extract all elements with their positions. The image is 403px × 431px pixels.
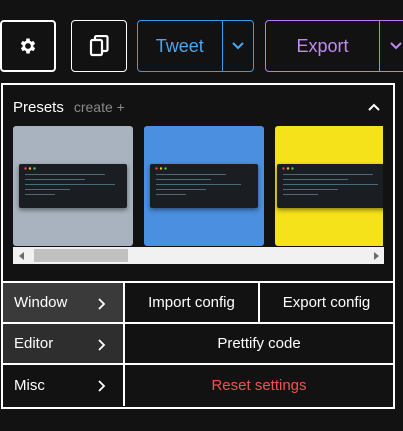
chevron-up-icon	[368, 103, 380, 111]
chevron-down-icon	[389, 42, 402, 50]
scrollbar-thumb[interactable]	[34, 249, 128, 262]
tab-window[interactable]: Window	[3, 283, 125, 324]
presets-scrollbar[interactable]	[13, 247, 384, 264]
prettify-code-button[interactable]: Prettify code	[125, 324, 393, 365]
chevron-right-icon	[98, 298, 106, 310]
export-split-button: Export	[265, 20, 403, 72]
arrow-right-icon	[373, 251, 379, 260]
presets-title: Presets	[13, 98, 64, 116]
scroll-left-button[interactable]	[13, 247, 30, 264]
collapse-presets-button[interactable]	[367, 99, 381, 111]
create-preset-button[interactable]: create +	[74, 99, 125, 115]
tab-label: Misc	[14, 377, 45, 394]
export-button[interactable]: Export	[266, 21, 380, 71]
import-config-button[interactable]: Import config	[125, 283, 260, 324]
export-dropdown-button[interactable]	[380, 21, 403, 71]
preset-thumbnail[interactable]	[13, 126, 133, 246]
export-config-button[interactable]: Export config	[260, 283, 393, 324]
tab-misc[interactable]: Misc	[3, 365, 125, 406]
tab-label: Editor	[14, 335, 54, 352]
copy-icon	[89, 35, 109, 57]
code-window-preview	[150, 164, 258, 208]
tweet-button[interactable]: Tweet	[138, 21, 223, 71]
toolbar: Tweet Export	[0, 0, 403, 78]
reset-settings-button[interactable]: Reset settings	[125, 365, 393, 406]
arrow-left-icon	[18, 251, 24, 260]
chevron-down-icon	[232, 42, 244, 50]
settings-panel: Presets create + Window Editor Misc Impo…	[1, 83, 395, 409]
preset-thumbnail[interactable]	[144, 126, 264, 246]
gear-icon	[20, 38, 36, 54]
settings-button[interactable]	[0, 20, 56, 72]
preset-thumbnail[interactable]	[275, 126, 383, 246]
tweet-split-button: Tweet	[137, 20, 254, 72]
code-window-preview	[277, 164, 383, 208]
scroll-right-button[interactable]	[367, 247, 384, 264]
settings-menu: Window Editor Misc Import config Export …	[3, 281, 393, 407]
code-window-preview	[19, 164, 127, 208]
presets-header: Presets create +	[13, 97, 383, 117]
chevron-right-icon	[98, 380, 106, 392]
copy-button[interactable]	[71, 20, 127, 72]
presets-list	[13, 126, 383, 247]
tab-editor[interactable]: Editor	[3, 324, 125, 365]
tweet-dropdown-button[interactable]	[223, 21, 253, 71]
tab-label: Window	[14, 294, 68, 311]
chevron-right-icon	[98, 339, 106, 351]
